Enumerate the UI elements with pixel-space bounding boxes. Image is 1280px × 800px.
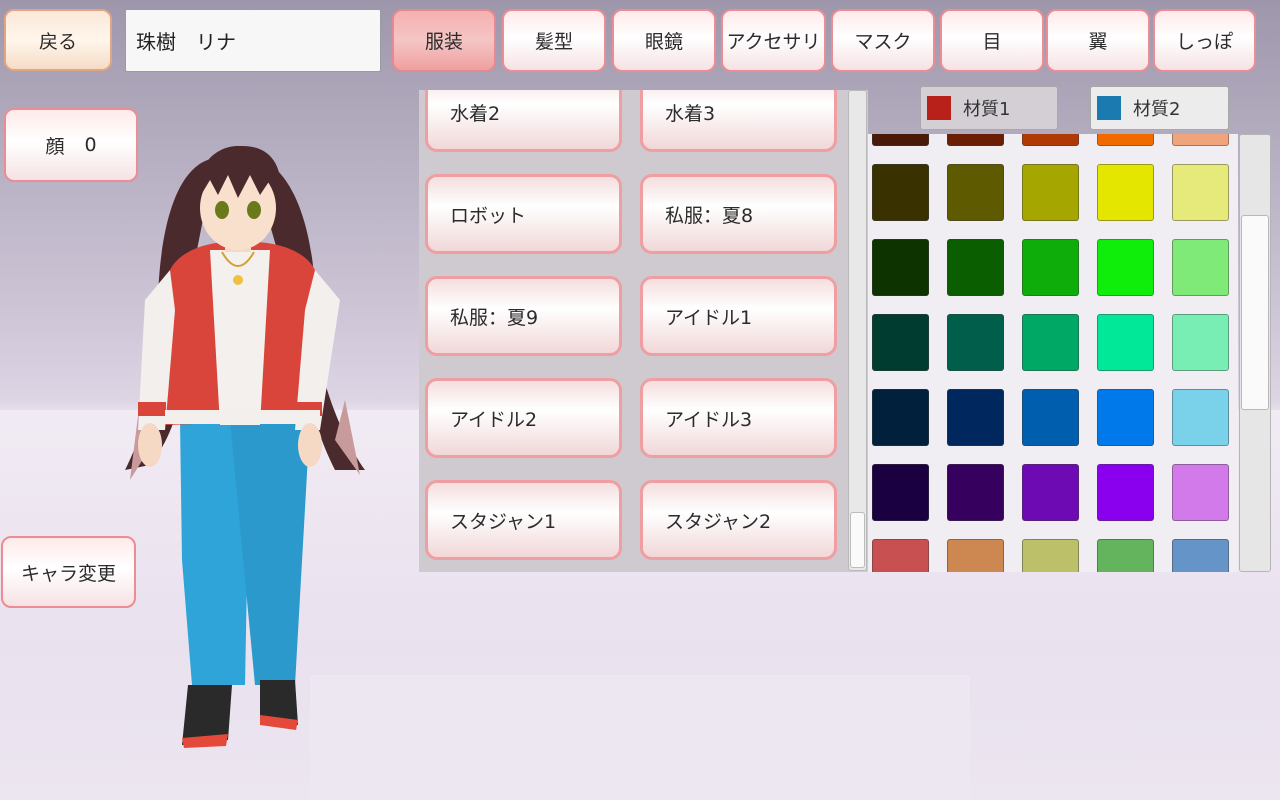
character-model — [125, 145, 365, 748]
color-swatch[interactable] — [872, 389, 929, 446]
tab-1[interactable]: 髪型 — [502, 9, 606, 72]
color-swatch[interactable] — [1172, 314, 1229, 371]
necklace-pendant — [233, 275, 243, 285]
color-palette-panel — [868, 134, 1238, 572]
tab-3[interactable]: アクセサリ — [721, 9, 826, 72]
color-swatch[interactable] — [872, 134, 929, 146]
face-label: 顔 — [45, 135, 65, 158]
color-swatch[interactable] — [1097, 539, 1154, 572]
color-swatch[interactable] — [1172, 389, 1229, 446]
color-swatch[interactable] — [1097, 314, 1154, 371]
color-swatch[interactable] — [1097, 389, 1154, 446]
color-swatch[interactable] — [947, 389, 1004, 446]
color-swatch[interactable] — [872, 464, 929, 521]
color-swatch[interactable] — [1097, 134, 1154, 146]
color-swatch[interactable] — [947, 134, 1004, 146]
color-swatch[interactable] — [1097, 239, 1154, 296]
tab-4[interactable]: マスク — [831, 9, 935, 72]
color-swatch[interactable] — [1022, 539, 1079, 572]
face-value: 0 — [84, 134, 97, 156]
tab-6[interactable]: 翼 — [1046, 9, 1150, 72]
outfit-item[interactable]: アイドル2 — [425, 378, 622, 458]
material1-label: 材質1 — [963, 99, 1011, 120]
eye-right — [247, 201, 261, 219]
color-swatch[interactable] — [1022, 464, 1079, 521]
color-swatch[interactable] — [1172, 239, 1229, 296]
color-swatch[interactable] — [947, 539, 1004, 572]
color-swatch[interactable] — [1172, 134, 1229, 146]
eye-left — [215, 201, 229, 219]
color-swatch[interactable] — [872, 239, 929, 296]
cuff-left — [138, 402, 166, 416]
color-swatch[interactable] — [1172, 164, 1229, 221]
color-swatch[interactable] — [1022, 239, 1079, 296]
tab-0[interactable]: 服装 — [392, 9, 496, 72]
color-swatch[interactable] — [947, 464, 1004, 521]
material2-swatch — [1097, 96, 1121, 120]
outfit-item[interactable]: アイドル1 — [640, 276, 837, 356]
color-swatch[interactable] — [1022, 389, 1079, 446]
material2-label: 材質2 — [1133, 99, 1181, 120]
material1-swatch — [927, 96, 951, 120]
outfit-item[interactable]: スタジャン1 — [425, 480, 622, 560]
tab-5[interactable]: 目 — [940, 9, 1044, 72]
hand-left — [138, 423, 162, 467]
tab-7[interactable]: しっぽ — [1153, 9, 1256, 72]
color-swatch[interactable] — [872, 314, 929, 371]
outfit-item[interactable]: 水着2 — [425, 90, 622, 152]
outfit-item[interactable]: スタジャン2 — [640, 480, 837, 560]
color-palette-scroll-thumb[interactable] — [1241, 215, 1269, 410]
hand-right — [298, 423, 322, 467]
outfit-item[interactable]: アイドル3 — [640, 378, 837, 458]
back-button[interactable]: 戻る — [4, 9, 112, 71]
floor-shadow — [310, 675, 970, 800]
color-swatch[interactable] — [947, 314, 1004, 371]
outfit-item[interactable]: 私服：夏9 — [425, 276, 622, 356]
outfit-list-scrollbar[interactable] — [848, 90, 867, 571]
material2-button[interactable]: 材質2 — [1090, 86, 1229, 130]
color-swatch[interactable] — [1172, 539, 1229, 572]
color-swatch[interactable] — [1022, 134, 1079, 146]
color-swatch[interactable] — [872, 539, 929, 572]
color-swatch[interactable] — [1022, 164, 1079, 221]
outfit-item[interactable]: 私服：夏8 — [640, 174, 837, 254]
color-swatch[interactable] — [872, 164, 929, 221]
outfit-list-scroll-thumb[interactable] — [850, 512, 865, 568]
jacket-hem — [165, 410, 320, 424]
character-name-field[interactable]: 珠樹 リナ — [125, 9, 381, 72]
outfit-item[interactable]: ロボット — [425, 174, 622, 254]
color-swatch[interactable] — [1172, 464, 1229, 521]
outfit-item[interactable]: 水着3 — [640, 90, 837, 152]
outfit-list-panel: 水着2 水着3 ロボット 私服：夏8 私服：夏9 アイドル1 アイドル2 アイドル3 スタジャン… — [419, 90, 868, 572]
color-swatch[interactable] — [1097, 464, 1154, 521]
color-swatch[interactable] — [947, 164, 1004, 221]
color-swatch[interactable] — [1097, 164, 1154, 221]
color-swatch[interactable] — [947, 239, 1004, 296]
material1-button[interactable]: 材質1 — [920, 86, 1058, 130]
tab-2[interactable]: 眼鏡 — [612, 9, 716, 72]
color-palette-scrollbar[interactable] — [1239, 134, 1271, 572]
color-swatch[interactable] — [1022, 314, 1079, 371]
